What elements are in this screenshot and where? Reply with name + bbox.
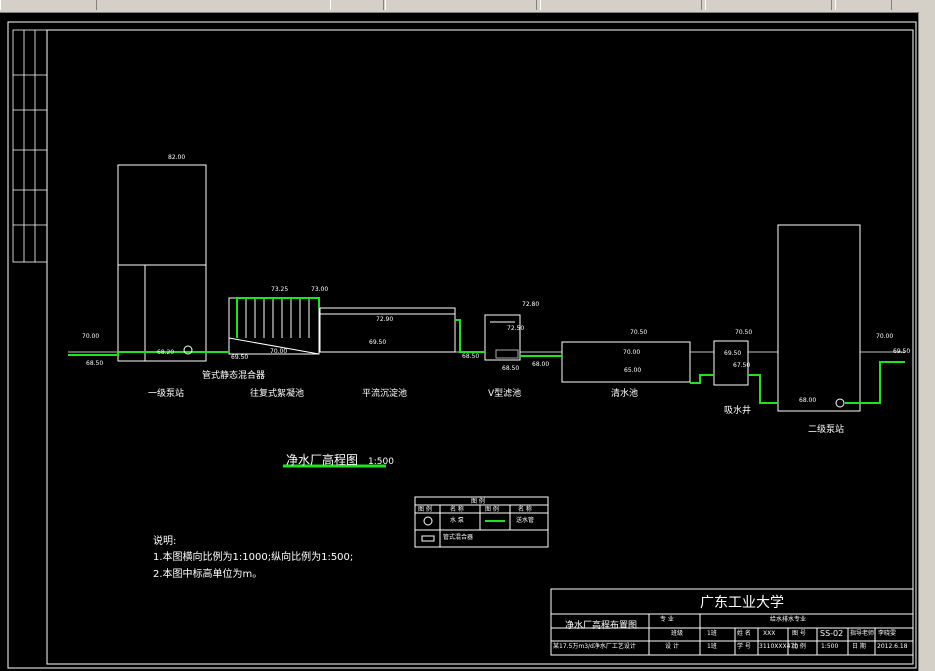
unit-label-mixer: 管式静态混合器 bbox=[202, 371, 266, 381]
level-label: 72.90 bbox=[376, 316, 394, 323]
legend-mixer-icon bbox=[421, 535, 435, 542]
unit-label-clear: 清水池 bbox=[611, 389, 639, 399]
secondary-pump-station bbox=[777, 224, 861, 412]
drawing-canvas bbox=[7, 21, 917, 669]
unit-label-pump2: 二级泵站 bbox=[808, 425, 845, 435]
level-label: 72.80 bbox=[522, 301, 540, 308]
level-label: 68.00 bbox=[799, 397, 817, 404]
notes-line: 1.本图横向比例为1:1000;纵向比例为1:500; bbox=[153, 552, 354, 563]
tb-cell: 图 号 bbox=[792, 630, 806, 637]
major-label: 专 业 bbox=[660, 616, 674, 623]
legend-header: 名 称 bbox=[450, 506, 464, 513]
flocculation-basin bbox=[228, 297, 320, 355]
legend-item: 管式混合器 bbox=[443, 534, 474, 541]
level-label: 82.00 bbox=[168, 154, 186, 161]
level-label: 68.50 bbox=[462, 353, 480, 360]
drawing-name: 净水厂高程布置图 bbox=[565, 621, 638, 631]
level-label: 70.00 bbox=[82, 333, 100, 340]
primary-pump-station bbox=[117, 164, 207, 362]
water-pipes bbox=[68, 297, 905, 404]
legend-header: 名 称 bbox=[518, 506, 532, 513]
level-label: 69.50 bbox=[231, 354, 249, 361]
level-label: 67.50 bbox=[733, 362, 751, 369]
school-name: 广东工业大学 bbox=[700, 595, 784, 611]
level-label: 70.50 bbox=[630, 329, 648, 336]
tb-cell: 1班 bbox=[707, 630, 717, 637]
tb-cell: XXX bbox=[763, 630, 776, 637]
vertical-scrollbar[interactable] bbox=[918, 12, 935, 671]
unit-label-sed: 平流沉淀池 bbox=[362, 389, 408, 399]
level-label: 70.00 bbox=[623, 349, 641, 356]
legend-header: 图 例 bbox=[418, 506, 432, 513]
tb-cell: 学 号 bbox=[737, 643, 751, 650]
legend-item: 送水管 bbox=[516, 517, 535, 524]
clear-water-tank bbox=[561, 341, 691, 383]
level-label: 68.20 bbox=[157, 349, 175, 356]
tb-cell: 比 例 bbox=[792, 643, 806, 650]
unit-label-pump1: 一级泵站 bbox=[148, 389, 185, 399]
project-name: 某17.5万m3/d净水厂工艺设计 bbox=[553, 643, 636, 650]
level-label: 69.50 bbox=[893, 348, 911, 355]
level-label: 70.00 bbox=[270, 348, 288, 355]
sedimentation-tank bbox=[319, 307, 456, 353]
diagram-title: 净水厂高程图 1:500 bbox=[286, 453, 394, 467]
tb-cell: 2012.6.18 bbox=[877, 643, 908, 650]
level-label: 68.50 bbox=[502, 365, 520, 372]
level-label: 68.50 bbox=[86, 360, 104, 367]
pump-icon bbox=[835, 398, 845, 408]
unit-label-well: 吸水井 bbox=[724, 406, 752, 416]
v-filter bbox=[484, 314, 521, 361]
level-label: 69.50 bbox=[369, 339, 387, 346]
tb-cell: 设 计 bbox=[665, 643, 679, 650]
legend-title: 图 例 bbox=[471, 498, 485, 505]
level-label: 68.00 bbox=[532, 361, 550, 368]
tb-cell: 李晓雯 bbox=[878, 630, 897, 637]
level-label: 70.00 bbox=[876, 333, 894, 340]
level-label: 70.50 bbox=[735, 329, 753, 336]
tb-cell: 1:500 bbox=[821, 643, 839, 650]
unit-label-floc: 往复式絮凝池 bbox=[250, 389, 305, 399]
legend-header: 图 例 bbox=[485, 506, 499, 513]
side-strip bbox=[12, 29, 48, 263]
legend-item: 水 泵 bbox=[450, 517, 464, 524]
level-label: 73.00 bbox=[311, 286, 329, 293]
notes-heading: 说明: bbox=[153, 536, 177, 547]
outer-frame bbox=[7, 21, 917, 669]
tb-cell: 日 期 bbox=[852, 643, 866, 650]
level-label: 73.25 bbox=[271, 286, 289, 293]
legend-pump-icon bbox=[423, 516, 433, 526]
tb-cell: 姓 名 bbox=[737, 630, 751, 637]
major-value: 给水排水专业 bbox=[770, 616, 807, 623]
level-label: 69.50 bbox=[724, 350, 742, 357]
tb-cell: 指导老师 bbox=[850, 630, 875, 637]
diagram-scale: 1:500 bbox=[368, 457, 394, 467]
notes-line: 2.本图中标高单位为m。 bbox=[153, 569, 263, 580]
level-label: 65.00 bbox=[624, 367, 642, 374]
tb-cell: 班级 bbox=[671, 630, 684, 637]
tb-cell: SS-02 bbox=[820, 629, 844, 638]
level-label: 72.50 bbox=[507, 325, 525, 332]
tb-cell: 1班 bbox=[707, 643, 717, 650]
unit-label-vfilter: V型滤池 bbox=[488, 389, 522, 399]
